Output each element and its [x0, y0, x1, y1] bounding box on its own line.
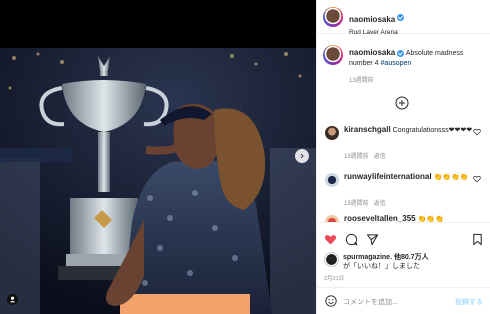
heart-icon[interactable]	[324, 233, 337, 246]
commenter-avatar[interactable]	[325, 215, 339, 222]
comment-username[interactable]: runwaylifeinternational	[344, 172, 432, 181]
author-avatar[interactable]	[323, 7, 343, 27]
reply-button[interactable]: 返信	[374, 154, 386, 160]
comment-text: 👏👏👏👏	[433, 174, 469, 181]
post-media[interactable]	[0, 0, 316, 314]
commenter-avatar[interactable]	[325, 126, 339, 140]
post-header: naomiosaka Rod Laver Arena	[317, 0, 490, 36]
comment-body: rooseveltallen_355 👏👏👏	[344, 214, 474, 222]
likes-count[interactable]: 他80.7万人	[394, 254, 429, 261]
comment-text: Congratulationsss❤❤❤❤	[392, 127, 473, 134]
caption-body: naomiosaka Absolute madness number 4 #au…	[349, 48, 485, 69]
comment-body: kiranschgall Congratulationsss❤❤❤❤	[344, 125, 474, 135]
comment-body: runwaylifeinternational 👏👏👏👏	[344, 172, 474, 182]
comment-bar: コメントを追加... 投稿する	[317, 287, 490, 314]
reply-button[interactable]: 返信	[374, 201, 386, 207]
comment-input[interactable]: コメントを追加...	[343, 297, 398, 307]
bookmark-icon[interactable]	[471, 233, 484, 246]
verified-badge-icon	[397, 49, 405, 57]
liker-avatar[interactable]	[324, 252, 339, 267]
comment-icon[interactable]	[345, 233, 358, 246]
comment-item: rooseveltallen_355 👏👏👏	[323, 214, 487, 222]
emoji-icon[interactable]	[325, 295, 337, 307]
caption-avatar[interactable]	[323, 45, 343, 65]
liker-username[interactable]: spurmagazine.	[343, 254, 392, 261]
comment-username[interactable]: kiranschgall	[344, 125, 391, 134]
caption-time: 13週間前	[349, 78, 374, 84]
share-icon[interactable]	[366, 233, 379, 246]
like-comment-icon[interactable]	[473, 175, 481, 183]
comment-item: runwaylifeinternational 👏👏👏👏 13週間前 返信	[323, 172, 487, 207]
comment-username[interactable]: rooseveltallen_355	[344, 214, 416, 222]
post-actions: spurmagazine. 他80.7万人 が「いいね！」しました 2月21日 …	[317, 222, 490, 314]
comment-time: 13週間前	[344, 154, 369, 160]
like-comment-icon[interactable]	[473, 128, 481, 136]
verified-badge-icon	[397, 14, 405, 22]
location-link[interactable]: Rod Laver Arena	[349, 29, 404, 36]
comment-item: kiranschgall Congratulationsss❤❤❤❤ 13週間前…	[323, 125, 487, 160]
comment-meta: 13週間前 返信	[344, 198, 386, 207]
chevron-right-icon[interactable]	[295, 149, 309, 163]
commenter-avatar[interactable]	[325, 173, 339, 187]
post-sidebar: naomiosaka Rod Laver Arena naomiosaka Ab…	[316, 0, 490, 314]
likes-suffix: が「いいね！」しました	[343, 263, 420, 270]
post-date: 2月21日	[324, 276, 345, 282]
comment-meta: 13週間前 返信	[344, 151, 386, 160]
post-photo	[0, 48, 316, 314]
caption-hashtag[interactable]: #ausopen	[381, 60, 412, 67]
likes-summary: spurmagazine. 他80.7万人 が「いいね！」しました	[343, 253, 483, 271]
load-more-icon[interactable]	[395, 96, 409, 110]
post-comment-button[interactable]: 投稿する	[455, 297, 483, 307]
caption-username[interactable]: naomiosaka	[349, 48, 395, 57]
comment-time: 13週間前	[344, 201, 369, 207]
author-username[interactable]: naomiosaka	[349, 15, 395, 24]
user-tag-icon[interactable]	[7, 294, 18, 305]
author-block: naomiosaka Rod Laver Arena	[349, 9, 405, 36]
